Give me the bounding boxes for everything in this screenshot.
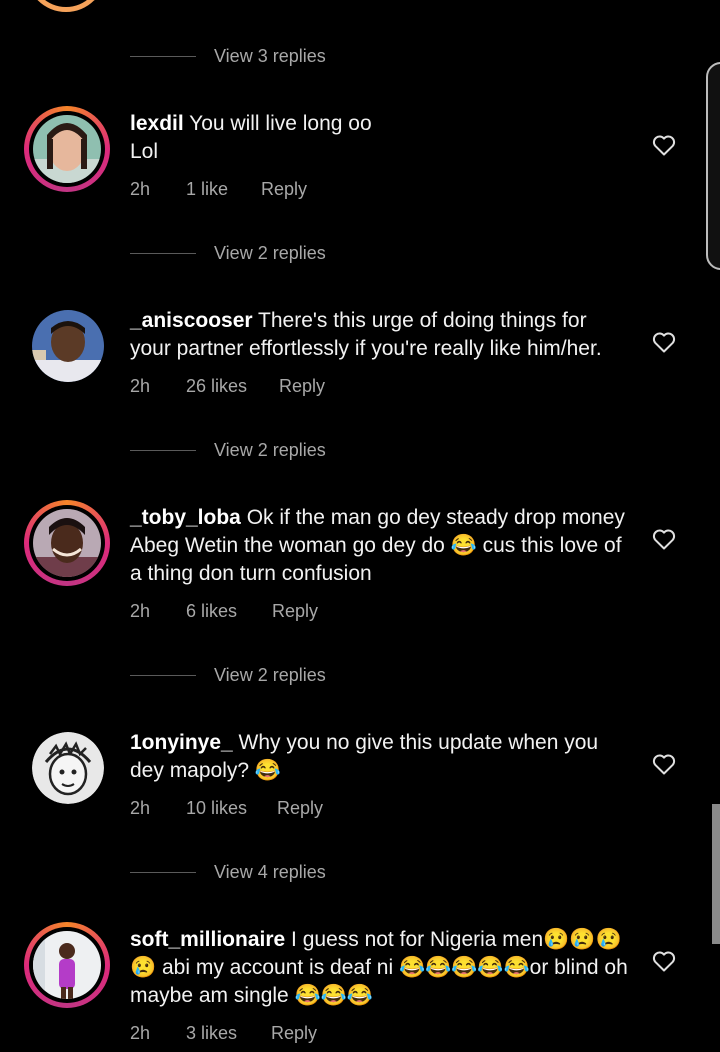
timestamp: 2h bbox=[130, 376, 151, 396]
comment-body: _aniscooser There's this urge of doing t… bbox=[130, 307, 630, 363]
username-link[interactable]: lexdil bbox=[130, 112, 184, 135]
view-replies-button[interactable]: View 2 replies bbox=[130, 438, 430, 462]
reply-button[interactable]: Reply bbox=[277, 796, 323, 820]
view-replies-label: View 2 replies bbox=[214, 440, 326, 460]
reply-button[interactable]: Reply bbox=[271, 1021, 317, 1045]
avatar-photo bbox=[33, 931, 101, 999]
view-replies-label: View 3 replies bbox=[214, 46, 326, 66]
username-link[interactable]: 1onyinye_ bbox=[130, 731, 233, 754]
comment-body: 1onyinye_ Why you no give this update wh… bbox=[130, 729, 630, 785]
like-count[interactable]: 10 likes bbox=[186, 796, 247, 820]
avatar[interactable] bbox=[24, 922, 110, 1008]
like-count[interactable]: 1 like bbox=[186, 177, 228, 201]
heart-outline-icon[interactable] bbox=[652, 753, 676, 775]
timestamp: 2h bbox=[130, 179, 151, 199]
timestamp: 2h bbox=[130, 798, 151, 818]
replies-divider bbox=[130, 450, 196, 451]
reply-button[interactable]: Reply bbox=[279, 374, 325, 398]
partial-avatar-ring bbox=[26, 0, 106, 12]
heart-outline-icon[interactable] bbox=[652, 528, 676, 550]
username-link[interactable]: _aniscooser bbox=[130, 309, 253, 332]
avatar-photo bbox=[32, 310, 104, 382]
view-replies-label: View 2 replies bbox=[214, 243, 326, 263]
replies-divider bbox=[130, 56, 196, 57]
view-replies-button[interactable]: View 2 replies bbox=[130, 663, 430, 687]
scrollbar[interactable] bbox=[712, 804, 720, 944]
view-replies-label: View 4 replies bbox=[214, 862, 326, 882]
side-panel-handle[interactable] bbox=[706, 62, 720, 270]
avatar[interactable] bbox=[32, 310, 104, 382]
replies-divider bbox=[130, 872, 196, 873]
comment-body: soft_millionaire I guess not for Nigeria… bbox=[130, 926, 630, 1010]
reply-button[interactable]: Reply bbox=[261, 177, 307, 201]
avatar-photo bbox=[33, 509, 101, 577]
comments-screen: View 3 replies lexdil You will live long… bbox=[0, 0, 720, 1052]
like-count[interactable]: 6 likes bbox=[186, 599, 237, 623]
replies-divider bbox=[130, 675, 196, 676]
view-replies-button[interactable]: View 3 replies bbox=[130, 44, 430, 68]
view-replies-label: View 2 replies bbox=[214, 665, 326, 685]
comment-body: _toby_loba Ok if the man go dey steady d… bbox=[130, 504, 630, 588]
like-count[interactable]: 3 likes bbox=[186, 1021, 237, 1045]
timestamp: 2h bbox=[130, 1023, 151, 1043]
avatar-cartoon bbox=[32, 732, 104, 804]
heart-outline-icon[interactable] bbox=[652, 134, 676, 156]
avatar[interactable] bbox=[24, 500, 110, 586]
heart-outline-icon[interactable] bbox=[652, 331, 676, 353]
avatar[interactable] bbox=[24, 106, 110, 192]
replies-divider bbox=[130, 253, 196, 254]
avatar-photo bbox=[33, 115, 101, 183]
view-replies-button[interactable]: View 2 replies bbox=[130, 241, 430, 265]
timestamp: 2h bbox=[130, 601, 151, 621]
avatar[interactable] bbox=[32, 732, 104, 804]
view-replies-button[interactable]: View 4 replies bbox=[130, 860, 430, 884]
heart-outline-icon[interactable] bbox=[652, 950, 676, 972]
comment-body: lexdil You will live long oo Lol bbox=[130, 110, 630, 166]
reply-button[interactable]: Reply bbox=[272, 599, 318, 623]
username-link[interactable]: soft_millionaire bbox=[130, 928, 285, 951]
like-count[interactable]: 26 likes bbox=[186, 374, 247, 398]
username-link[interactable]: _toby_loba bbox=[130, 506, 241, 529]
